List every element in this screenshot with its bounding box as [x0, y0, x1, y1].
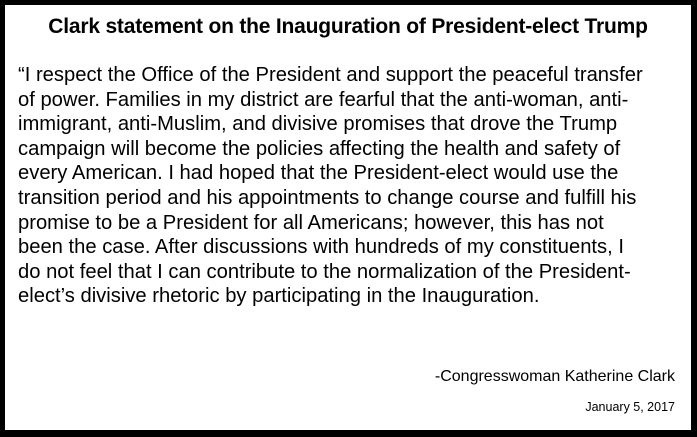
statement-line: every American. I had hoped that the Pre… [18, 162, 619, 185]
statement-line: “I respect the Office of the President a… [18, 64, 643, 86]
statement-line: do not feel that I can contribute to the… [18, 260, 631, 283]
statement-line: of power. Families in my district are fe… [18, 88, 629, 111]
statement-line: immigrant, anti-Muslim, and divisive pro… [18, 113, 618, 136]
statement-line: elect’s divisive rhetoric by participati… [18, 285, 540, 308]
statement-body: “I respect the Office of the President a… [18, 63, 686, 309]
statement-attribution: -Congresswoman Katherine Clark [434, 368, 675, 385]
statement-title: Clark statement on the Inauguration of P… [48, 15, 648, 38]
statement-line: been the case. After discussions with hu… [18, 236, 624, 259]
statement-card: Clark statement on the Inauguration of P… [5, 5, 691, 430]
statement-line: promise to be a President for all Americ… [18, 211, 604, 234]
statement-date: January 5, 2017 [585, 400, 675, 414]
statement-line: transition period and his appointments t… [18, 186, 637, 209]
statement-line: campaign will become the policies affect… [18, 137, 621, 160]
